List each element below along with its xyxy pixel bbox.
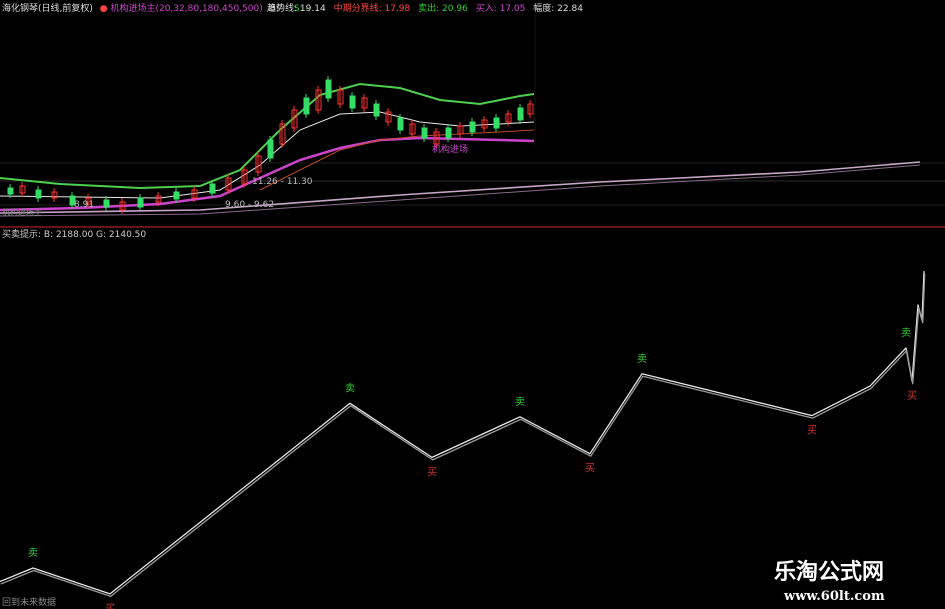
buy-label: 买入: xyxy=(475,4,497,14)
mid-label: 中期分界线: xyxy=(333,4,382,14)
indicator-name[interactable]: 机构进场主(20,32,80,180,450,500) xyxy=(111,4,263,14)
sell-value: 20.96 xyxy=(442,4,468,14)
trend-value: 19.14 xyxy=(299,4,326,14)
buy-signal-label: 买 xyxy=(585,463,595,475)
range-value: 22.84 xyxy=(557,4,583,14)
candle-body xyxy=(35,189,42,199)
sell-signal-label: 卖 xyxy=(637,353,647,365)
stock-name: 海化钢琴(日线,前复权) xyxy=(2,4,93,14)
chart-canvas: 机构进场 11.26 - 11.30 9.60 - 9.62 8.91 机构进场… xyxy=(0,0,945,609)
buy-signal-label: 买 xyxy=(907,390,917,402)
candle-body xyxy=(397,117,404,131)
candle-body xyxy=(325,79,332,99)
mid-value: 17.98 xyxy=(384,4,411,14)
buy-value: 17.05 xyxy=(499,4,526,14)
annotation-range-low: 9.60 - 9.62 xyxy=(225,200,274,210)
sell-signal-label: 卖 xyxy=(345,382,355,394)
sell-label: 卖出: xyxy=(418,4,440,14)
candle-body xyxy=(267,139,274,159)
annotation-low-price: 8.91 xyxy=(74,200,94,210)
candle-body xyxy=(421,127,428,139)
buy-signal-label: 买 xyxy=(427,466,437,478)
lower-panel-title: 买卖提示: B: 2188.00 G: 2140.50 xyxy=(2,229,146,240)
trend-label: 趋势线: xyxy=(267,4,298,14)
sell-signal-label: 卖 xyxy=(28,547,38,559)
watermark-url: www.60lt.com xyxy=(783,589,885,604)
watermark-title: 乐淘公式网 xyxy=(774,559,884,585)
annotation-institution-entry: 机构进场 xyxy=(432,143,468,155)
candle-body xyxy=(137,197,144,208)
lower-panel-footer: 回到未来数据 xyxy=(2,596,56,608)
candle-body xyxy=(469,121,476,133)
candle-body xyxy=(349,95,356,109)
sell-signal-label: 卖 xyxy=(901,327,911,339)
header-values: 趋势线: 19.14 中期分界线: 17.98 卖出: 20.96 买入: 17… xyxy=(267,3,583,15)
candle-body xyxy=(7,187,14,195)
background xyxy=(0,0,945,609)
annotation-indicator-label: 机构进场主 xyxy=(2,207,42,217)
candle-body xyxy=(373,103,380,117)
candle-body xyxy=(103,199,110,208)
range-label: 幅度: xyxy=(533,4,555,14)
buy-signal-label: 买 xyxy=(105,603,115,609)
candle-body xyxy=(445,127,452,139)
sell-signal-label: 卖 xyxy=(515,396,525,408)
buy-signal-label: 买 xyxy=(807,425,817,437)
candle-body xyxy=(303,97,310,115)
candle-body xyxy=(493,117,500,129)
annotation-range-high: 11.26 - 11.30 xyxy=(252,177,313,187)
candle-body xyxy=(517,107,524,121)
candle-body xyxy=(209,183,216,194)
header-bar: 海化钢琴(日线,前复权) ● 机构进场主(20,32,80,180,450,50… xyxy=(2,3,309,15)
pin-icon: ● xyxy=(99,4,108,14)
candle-body xyxy=(173,191,180,200)
